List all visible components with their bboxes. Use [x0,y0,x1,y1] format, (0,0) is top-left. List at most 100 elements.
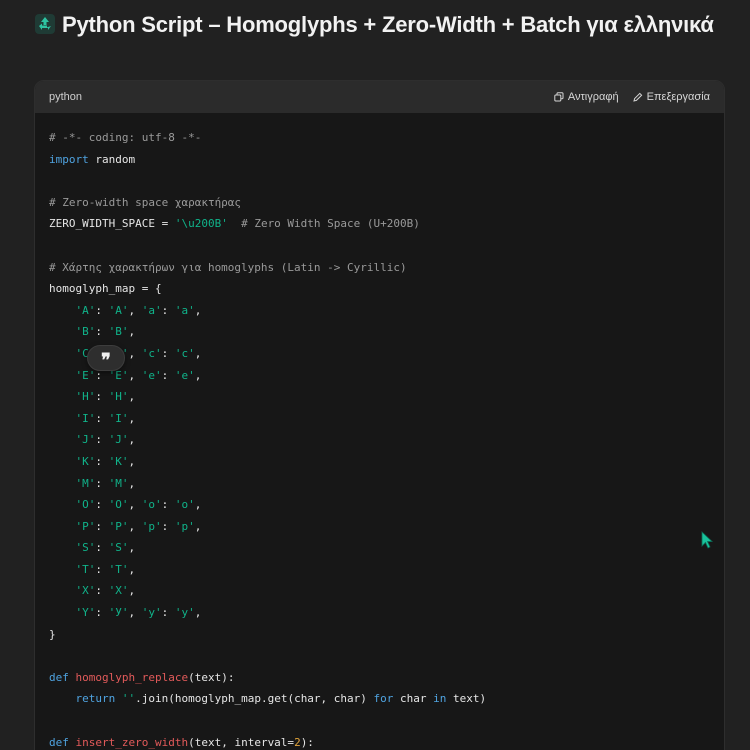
code-token-plain: homoglyph_map = { [49,282,162,296]
code-line: def insert_zero_width(text, interval=2): [49,732,724,750]
code-token-plain: , [128,433,136,447]
code-line: 'B': 'В', [49,321,724,343]
code-token-str: 'M' [75,476,96,490]
code-token-comment: # -*- coding: utf-8 -*- [49,131,202,144]
code-token-plain: (text): [188,670,235,684]
code-token-str: 'Т' [108,562,129,576]
quote-reply-button[interactable]: ❞ [87,345,125,371]
code-token-plain: ZERO_WIDTH_SPACE = [49,217,175,231]
quote-icon: ❞ [101,350,111,371]
code-token-plain: : [161,606,175,620]
code-token-plain: , [128,411,136,425]
code-token-comment: # Zero Width Space (U+200B) [227,217,420,231]
code-token-plain: char [393,692,434,706]
code-token-str: 'Y' [75,606,96,620]
code-token-plain: , [194,303,202,317]
code-token-plain: , [128,498,142,512]
code-line: 'Y': 'У', 'y': 'у', [49,602,724,624]
code-line: return ''.join(homoglyph_map.get(char, c… [49,688,724,710]
mouse-pointer-icon [701,531,713,549]
code-token-plain: : [95,562,109,576]
code-token-comment: # Zero-width space χαρακτήρας [49,195,242,209]
code-token-str: 'е' [174,368,195,382]
code-token-plain: , [128,454,136,468]
code-token-str: 'Н' [108,390,129,404]
code-token-str: 'Ѕ' [108,541,129,555]
code-line: 'P': 'Р', 'p': 'р', [49,516,724,538]
code-token-str: 'e' [141,368,162,382]
code-token-str: 'O' [75,498,96,512]
code-token-plain: : [95,606,109,620]
code-token-plain: : [161,368,175,382]
code-token-str: 'a' [141,303,162,317]
code-block-header: python Αντιγραφή Επεξεργασία [35,81,724,113]
code-content[interactable]: # -*- coding: utf-8 -*- import random # Z… [49,127,724,750]
code-token-fn: homoglyph_replace [75,670,189,684]
code-token-plain: , [128,584,136,598]
code-token-plain: : [95,390,109,404]
code-token-kw: return [75,692,116,706]
edit-button[interactable]: Επεξεργασία [632,91,710,103]
code-token-plain: : [95,584,109,598]
code-token-str: 'S' [75,541,96,555]
recycle-emoji-icon [34,13,56,35]
code-token-kw: in [433,692,447,706]
code-token-str: 'о' [174,498,195,512]
code-token-plain: : [161,346,175,360]
code-line: # Χάρτης χαρακτήρων για homoglyphs (Lati… [49,257,724,279]
code-token-plain: , [128,325,136,339]
code-token-plain: : [95,498,109,512]
code-token-plain: : [95,303,109,317]
code-token-plain: : [95,411,109,425]
code-token-str: 'Р' [108,519,129,533]
code-line: ZERO_WIDTH_SPACE = '\u200B' # Zero Width… [49,213,724,235]
code-line: 'H': 'Н', [49,386,724,408]
code-token-plain: random [88,152,136,166]
code-token-plain: , [128,303,142,317]
page: Python Script – Homoglyphs + Zero-Width … [0,0,750,750]
code-line: 'X': 'Х', [49,580,724,602]
code-token-plain: , [128,519,142,533]
code-token-plain: , [128,476,136,490]
code-token-kw: def [49,670,69,684]
code-token-str: 'р' [174,519,195,533]
code-token-str: 'p' [141,519,162,533]
code-line: def homoglyph_replace(text): [49,667,724,689]
pencil-icon [632,92,642,102]
code-token-plain: , [128,606,142,620]
code-token-kw: import [49,152,89,166]
code-token-plain: , [128,541,136,555]
code-token-str: 'Ј' [108,433,129,447]
code-line: 'E': 'Е', 'e': 'е', [49,365,724,387]
code-token-str: 'K' [75,454,96,468]
edit-button-label: Επεξεργασία [646,91,710,103]
code-token-str: 'О' [108,498,129,512]
code-token-str: 'А' [108,303,129,317]
code-token-plain: ): [300,735,314,749]
code-token-plain: } [49,627,56,641]
code-token-plain: : [95,433,109,447]
code-token-str: 'с' [174,346,195,360]
code-token-num: 2 [294,735,301,749]
code-token-plain: , [194,346,202,360]
code-token-plain: : [161,303,175,317]
code-token-comment: # Χάρτης χαρακτήρων για homoglyphs (Lati… [49,260,407,274]
copy-button[interactable]: Αντιγραφή [554,91,619,103]
code-token-plain: , [194,498,202,512]
code-token-str: 'H' [75,390,96,404]
code-token-str: 'A' [75,303,96,317]
code-token-str: 'P' [75,519,96,533]
code-token-plain: .join(homoglyph_map.get(char, char) [135,692,374,706]
